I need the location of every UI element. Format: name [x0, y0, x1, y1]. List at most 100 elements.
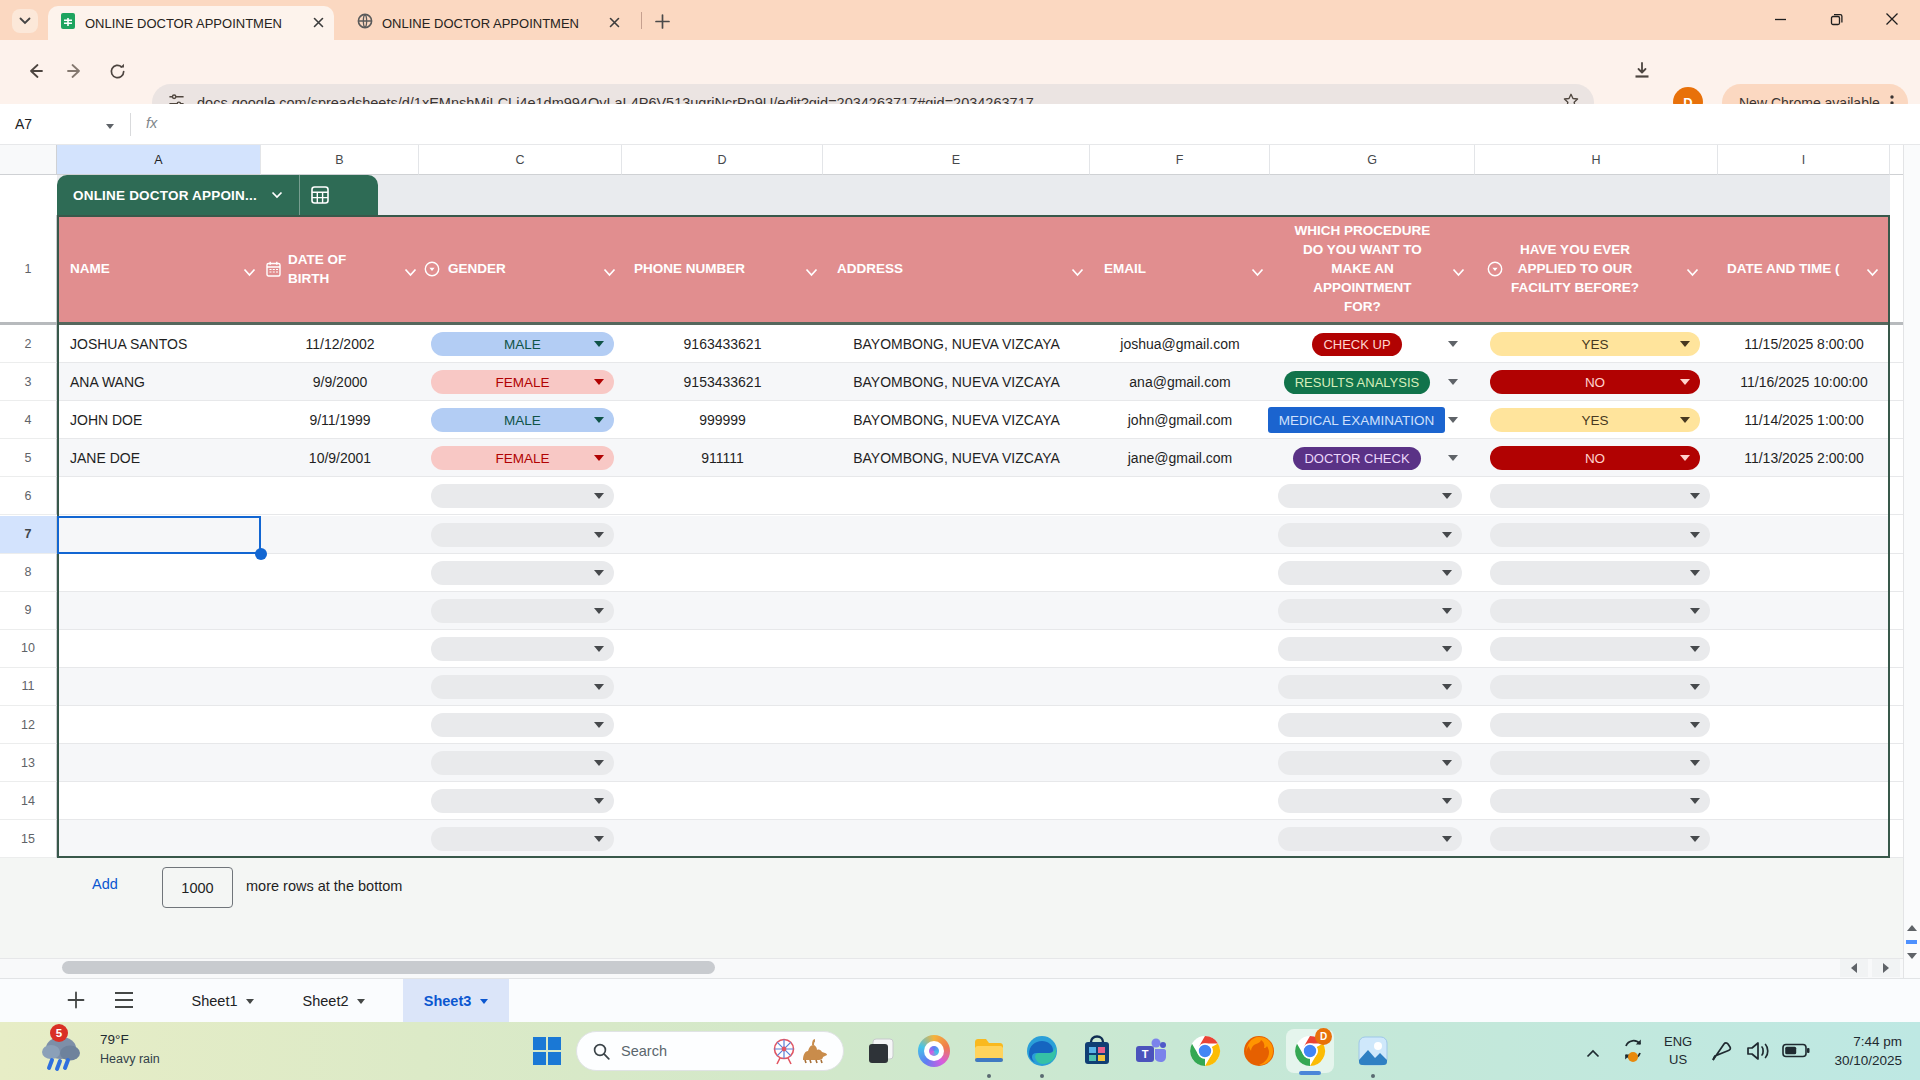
dropdown-triangle-icon[interactable] [1690, 532, 1700, 538]
column-filter-chevron-icon[interactable] [404, 263, 417, 281]
applied-chip-empty[interactable] [1490, 523, 1710, 547]
gender-chip-empty[interactable] [431, 751, 614, 775]
cell-email[interactable]: john@gmail.com [1090, 401, 1270, 439]
row-header-7[interactable]: 7 [0, 516, 57, 554]
row-header-8[interactable]: 8 [0, 554, 57, 592]
table-header-gender[interactable]: GENDER [424, 215, 506, 322]
cell-address[interactable]: BAYOMBONG, NUEVA VIZCAYA [823, 401, 1090, 439]
firefox-icon[interactable] [1242, 1034, 1276, 1068]
row-header-13[interactable]: 13 [0, 744, 57, 782]
dropdown-triangle-icon[interactable] [594, 722, 604, 728]
cell-datetime[interactable]: 11/13/2025 2:00:00 [1718, 439, 1890, 477]
maximize-button[interactable] [1808, 0, 1864, 38]
column-header-B[interactable]: B [261, 145, 419, 175]
new-tab-button[interactable] [650, 9, 674, 33]
taskbar-search[interactable]: Search [576, 1031, 844, 1071]
photos-icon[interactable] [1356, 1034, 1390, 1068]
procedure-chip-empty[interactable] [1278, 675, 1462, 699]
procedure-chip-empty[interactable] [1278, 599, 1462, 623]
start-button[interactable] [532, 1036, 562, 1066]
column-header-G[interactable]: G [1270, 145, 1475, 175]
column-header-C[interactable]: C [419, 145, 622, 175]
procedure-chip-empty[interactable] [1278, 827, 1462, 851]
dropdown-triangle-icon[interactable] [594, 608, 604, 614]
column-filter-chevron-icon[interactable] [1686, 263, 1699, 281]
dropdown-triangle-icon[interactable] [594, 455, 604, 461]
column-header-E[interactable]: E [823, 145, 1090, 175]
gender-chip[interactable]: MALE [431, 408, 614, 432]
cell-address[interactable]: BAYOMBONG, NUEVA VIZCAYA [823, 325, 1090, 363]
dropdown-triangle-icon[interactable] [1680, 455, 1690, 461]
column-filter-chevron-icon[interactable] [1452, 263, 1465, 281]
dropdown-triangle-icon[interactable] [594, 417, 604, 423]
weather-icon[interactable]: 5 [38, 1028, 90, 1074]
dropdown-triangle-icon[interactable] [1448, 379, 1458, 385]
h-scrollbar-thumb[interactable] [62, 961, 715, 974]
language-indicator[interactable]: ENGUS [1664, 1033, 1692, 1069]
v-scroll-up-button[interactable] [1903, 918, 1920, 938]
gender-chip-empty[interactable] [431, 484, 614, 508]
column-header-H[interactable]: H [1475, 145, 1718, 175]
table-header-procedure[interactable]: WHICH PROCEDURE DO YOU WANT TO MAKE AN A… [1280, 215, 1445, 322]
sheet-tab-Sheet3[interactable]: Sheet3 [403, 979, 509, 1023]
add-rows-button[interactable]: Add [92, 876, 118, 892]
procedure-chip[interactable]: MEDICAL EXAMINATION [1268, 407, 1445, 433]
v-scroll-down-button[interactable] [1903, 946, 1920, 966]
dropdown-triangle-icon[interactable] [594, 646, 604, 652]
tab-search-button[interactable] [12, 9, 38, 33]
cell-dob[interactable]: 10/9/2001 [261, 439, 419, 477]
dropdown-triangle-icon[interactable] [1442, 570, 1452, 576]
applied-chip-empty[interactable] [1490, 789, 1710, 813]
row-header-6[interactable]: 6 [0, 477, 57, 515]
dropdown-triangle-icon[interactable] [1442, 646, 1452, 652]
row-header-10[interactable]: 10 [0, 630, 57, 668]
row-header-3[interactable]: 3 [0, 363, 57, 401]
procedure-chip-empty[interactable] [1278, 713, 1462, 737]
row-count-input[interactable]: 1000 [162, 867, 233, 908]
gender-chip[interactable]: MALE [431, 332, 614, 356]
column-filter-chevron-icon[interactable] [1251, 263, 1264, 281]
gender-chip-empty[interactable] [431, 523, 614, 547]
applied-chip-empty[interactable] [1490, 599, 1710, 623]
row-header-4[interactable]: 4 [0, 401, 57, 439]
applied-chip-empty[interactable] [1490, 751, 1710, 775]
table-header-dob[interactable]: DATE OF BIRTH [266, 215, 346, 322]
dropdown-triangle-icon[interactable] [594, 798, 604, 804]
teams-icon[interactable]: T [1134, 1034, 1168, 1068]
cell-datetime[interactable]: 11/16/2025 10:00:00 [1718, 363, 1890, 401]
all-sheets-menu-icon[interactable] [114, 991, 134, 1013]
table-name-chip[interactable]: ONLINE DOCTOR APPOIN... [57, 175, 378, 215]
tab-close-icon[interactable] [313, 14, 324, 32]
dropdown-triangle-icon[interactable] [1680, 341, 1690, 347]
table-header-applied[interactable]: HAVE YOU EVER APPLIED TO OUR FACILITY BE… [1487, 215, 1639, 322]
row-header-14[interactable]: 14 [0, 782, 57, 820]
dropdown-triangle-icon[interactable] [594, 493, 604, 499]
procedure-chip-empty[interactable] [1278, 484, 1462, 508]
row-header-5[interactable]: 5 [0, 439, 57, 477]
column-header-A[interactable]: A [57, 145, 261, 175]
dropdown-triangle-icon[interactable] [1690, 760, 1700, 766]
dropdown-triangle-icon[interactable] [1442, 532, 1452, 538]
row-header-11[interactable]: 11 [0, 668, 57, 706]
table-header-phone[interactable]: PHONE NUMBER [634, 215, 745, 322]
applied-chip-empty[interactable] [1490, 827, 1710, 851]
procedure-chip-empty[interactable] [1278, 523, 1462, 547]
cell-email[interactable]: joshua@gmail.com [1090, 325, 1270, 363]
cell-dob[interactable]: 9/11/1999 [261, 401, 419, 439]
gender-chip-empty[interactable] [431, 827, 614, 851]
column-header-F[interactable]: F [1090, 145, 1270, 175]
sheet-tab-Sheet1[interactable]: Sheet1 [168, 979, 278, 1023]
close-window-button[interactable] [1864, 0, 1920, 38]
clock[interactable]: 7:44 pm30/10/2025 [1834, 1032, 1902, 1070]
gender-chip[interactable]: FEMALE [431, 446, 614, 470]
procedure-chip-empty[interactable] [1278, 789, 1462, 813]
table-grid-icon[interactable] [310, 185, 330, 205]
row-header-1[interactable]: 1 [0, 215, 57, 322]
applied-chip-empty[interactable] [1490, 484, 1710, 508]
dropdown-triangle-icon[interactable] [1448, 455, 1458, 461]
applied-chip-empty[interactable] [1490, 713, 1710, 737]
dropdown-triangle-icon[interactable] [1442, 836, 1452, 842]
column-filter-chevron-icon[interactable] [805, 263, 818, 281]
dropdown-triangle-icon[interactable] [1690, 608, 1700, 614]
row-header-15[interactable]: 15 [0, 820, 57, 858]
